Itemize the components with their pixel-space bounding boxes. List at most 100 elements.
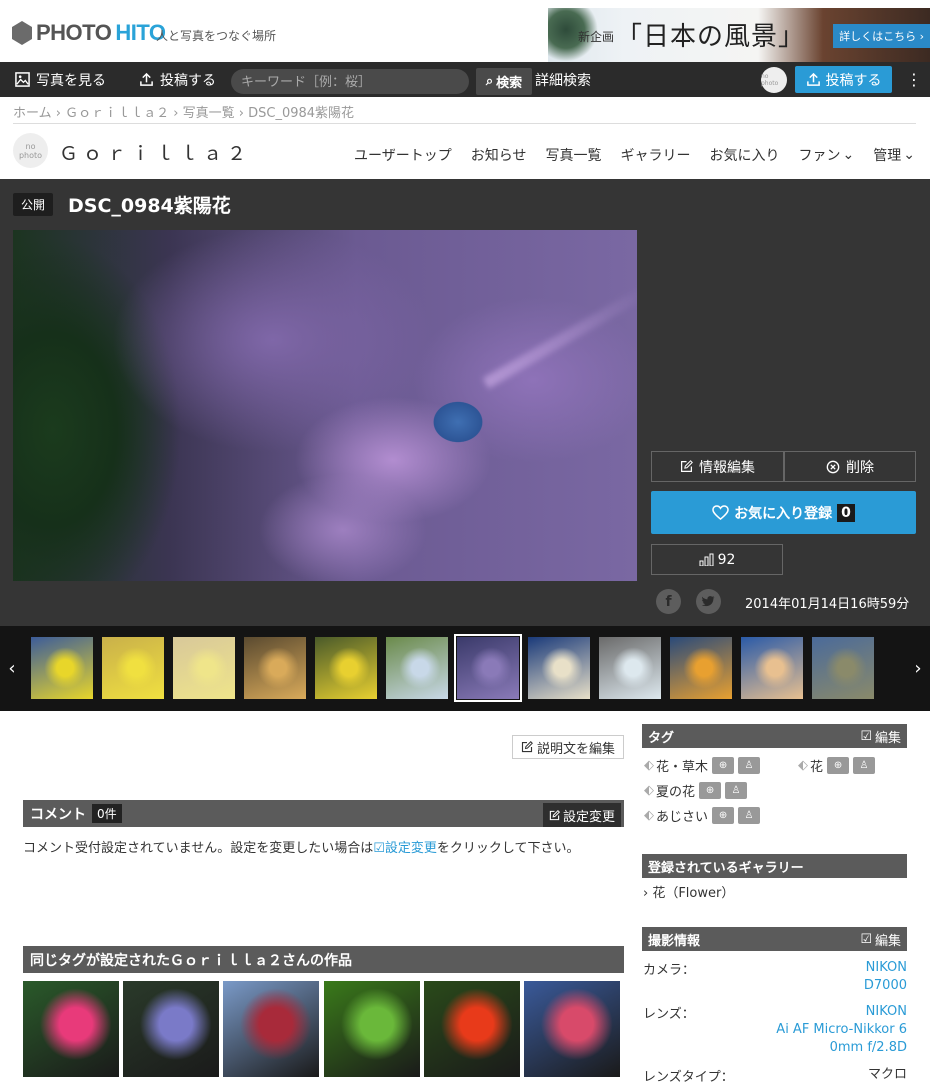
user-nav-top[interactable]: ユーザートップ xyxy=(354,145,452,165)
camera-value-maker: NIKON xyxy=(865,960,907,975)
tag-item: ⬖ 花・草木 ⊕ ♙ xyxy=(644,756,761,775)
user-nav-favorites[interactable]: お気に入り xyxy=(709,145,779,165)
breadcrumb-home[interactable]: ホーム xyxy=(13,106,52,121)
user-icon[interactable]: ♙ xyxy=(725,782,748,799)
edit-icon: ☑ xyxy=(373,841,385,856)
promo-banner[interactable]: 新企画 「日本の風景」 詳しくはこちら › xyxy=(548,8,930,62)
breadcrumb-user[interactable]: Ｇｏｒｉｌｌａ２ xyxy=(65,106,169,121)
lens-value[interactable]: NIKON Ai AF Micro-Nikkor 6 0mm f/2.8D xyxy=(776,1003,907,1057)
camera-value-model: D7000 xyxy=(863,978,907,993)
work-thumbnail[interactable] xyxy=(524,981,620,1077)
nav-post-button[interactable]: 投稿する xyxy=(795,66,892,93)
user-nav-news[interactable]: お知らせ xyxy=(471,145,527,165)
tag-item: ⬖ 夏の花 ⊕ ♙ xyxy=(644,781,748,800)
photo-light-streak xyxy=(482,283,637,389)
lens-value-model: Ai AF Micro-Nikkor 6 xyxy=(776,1022,907,1037)
thumbnail[interactable] xyxy=(599,637,661,699)
thumbnail[interactable] xyxy=(741,637,803,699)
user-nav-manage[interactable]: 管理 ⌄ xyxy=(873,145,915,165)
site-logo[interactable]: PHOTO HITO xyxy=(12,20,166,46)
nav-user-avatar[interactable]: no photo xyxy=(761,67,787,93)
tag-label[interactable]: 夏の花 xyxy=(656,781,695,800)
favorite-count: 0 xyxy=(837,503,855,522)
work-thumbnail[interactable] xyxy=(123,981,220,1077)
edit-icon xyxy=(549,809,560,820)
main-photo[interactable] xyxy=(13,230,637,581)
specs-edit-button[interactable]: ☑ 編集 xyxy=(860,930,901,949)
edit-icon: ☑ xyxy=(860,931,872,947)
globe-icon[interactable]: ⊕ xyxy=(712,807,735,824)
search-input[interactable] xyxy=(231,69,469,94)
nav-view-photos[interactable]: 写真を見る xyxy=(15,62,106,97)
thumbnail[interactable] xyxy=(315,637,377,699)
thumbnail[interactable] xyxy=(454,634,522,702)
user-avatar[interactable]: no photo xyxy=(13,133,48,168)
thumbnail[interactable] xyxy=(31,637,93,699)
search-button-label: 検索 xyxy=(496,76,523,91)
comment-notice-text-end: をクリックして下さい。 xyxy=(436,841,580,856)
thumbnail[interactable] xyxy=(386,637,448,699)
lens-value-model-end: 0mm f/2.8D xyxy=(829,1040,907,1055)
banner-title: 「日本の風景」 xyxy=(616,22,806,52)
breadcrumb-photo-list[interactable]: 写真一覧 xyxy=(183,106,235,121)
search-button[interactable]: ⌕ 検索 xyxy=(476,68,532,95)
camera-value[interactable]: NIKON D7000 xyxy=(864,959,907,995)
edit-icon: ☑ xyxy=(860,728,872,744)
globe-icon[interactable]: ⊕ xyxy=(827,757,850,774)
user-nav-gallery[interactable]: ギャラリー xyxy=(620,145,690,165)
nav-post[interactable]: 投稿する xyxy=(139,62,216,97)
tags-edit-label: 編集 xyxy=(874,730,901,746)
tag-label[interactable]: 花 xyxy=(810,756,823,775)
advanced-search-link[interactable]: 詳細検索 xyxy=(535,62,591,97)
more-menu-icon[interactable]: ⋮ xyxy=(906,62,922,97)
thumbnail[interactable] xyxy=(528,637,590,699)
tag-label[interactable]: あじさい xyxy=(656,806,708,825)
tag-icon: ⬖ xyxy=(644,783,654,798)
comment-settings-button[interactable]: 設定変更 xyxy=(543,803,621,827)
delete-button[interactable]: 削除 xyxy=(784,451,916,482)
user-name[interactable]: Ｇｏｒｉｌｌａ２ xyxy=(59,139,251,166)
favorite-button[interactable]: お気に入り登録 0 xyxy=(651,491,916,534)
tag-icon: ⬖ xyxy=(798,758,808,773)
globe-icon[interactable]: ⊕ xyxy=(699,782,722,799)
camera-label: カメラ： xyxy=(643,963,696,978)
nav-post-label: 投稿する xyxy=(160,72,216,89)
user-icon[interactable]: ♙ xyxy=(738,757,761,774)
banner-details-button[interactable]: 詳しくはこちら › xyxy=(833,24,930,48)
edit-info-button[interactable]: 情報編集 xyxy=(651,451,784,482)
close-circle-icon xyxy=(826,460,840,473)
comment-settings-label: 設定変更 xyxy=(562,809,615,825)
same-tag-title: 同じタグが設定されたＧｏｒｉｌｌａ２さんの作品 xyxy=(30,952,352,969)
strip-prev-icon[interactable]: ‹ xyxy=(0,626,24,711)
breadcrumb-separator: › xyxy=(173,106,183,121)
tag-label[interactable]: 花・草木 xyxy=(656,756,708,775)
strip-next-icon[interactable]: › xyxy=(906,626,930,711)
comment-settings-link[interactable]: ☑設定変更 xyxy=(373,841,437,856)
logo-hex-icon xyxy=(12,21,32,45)
photo-title: DSC_0984紫陽花 xyxy=(68,195,231,217)
facebook-share-icon[interactable]: f xyxy=(656,589,681,614)
gallery-link[interactable]: › 花（Flower） xyxy=(643,882,734,901)
work-thumbnail[interactable] xyxy=(223,981,320,1077)
specs-edit-label: 編集 xyxy=(874,933,901,949)
thumbnail[interactable] xyxy=(812,637,874,699)
user-icon[interactable]: ♙ xyxy=(738,807,761,824)
work-thumbnail[interactable] xyxy=(323,981,420,1077)
twitter-share-icon[interactable] xyxy=(696,589,721,614)
thumbnail[interactable] xyxy=(102,637,164,699)
globe-icon[interactable]: ⊕ xyxy=(712,757,735,774)
work-thumbnail[interactable] xyxy=(423,981,520,1077)
tag-icon: ⬖ xyxy=(644,808,654,823)
edit-description-button[interactable]: 説明文を編集 xyxy=(512,735,624,759)
user-nav-fans[interactable]: ファン ⌄ xyxy=(798,145,854,165)
thumbnail[interactable] xyxy=(670,637,732,699)
thumbnail[interactable] xyxy=(173,637,235,699)
thumbnail[interactable] xyxy=(244,637,306,699)
thumbnail-strip: ‹ › xyxy=(0,626,930,711)
work-thumbnail[interactable] xyxy=(23,981,119,1077)
tags-edit-button[interactable]: ☑ 編集 xyxy=(860,727,901,746)
comment-notice: コメント受付設定されていません。設定を変更したい場合は☑設定変更をクリックして下… xyxy=(23,838,623,860)
magnifier-icon: ⌕ xyxy=(485,74,494,89)
user-icon[interactable]: ♙ xyxy=(853,757,876,774)
user-nav-photo-list[interactable]: 写真一覧 xyxy=(545,145,601,165)
